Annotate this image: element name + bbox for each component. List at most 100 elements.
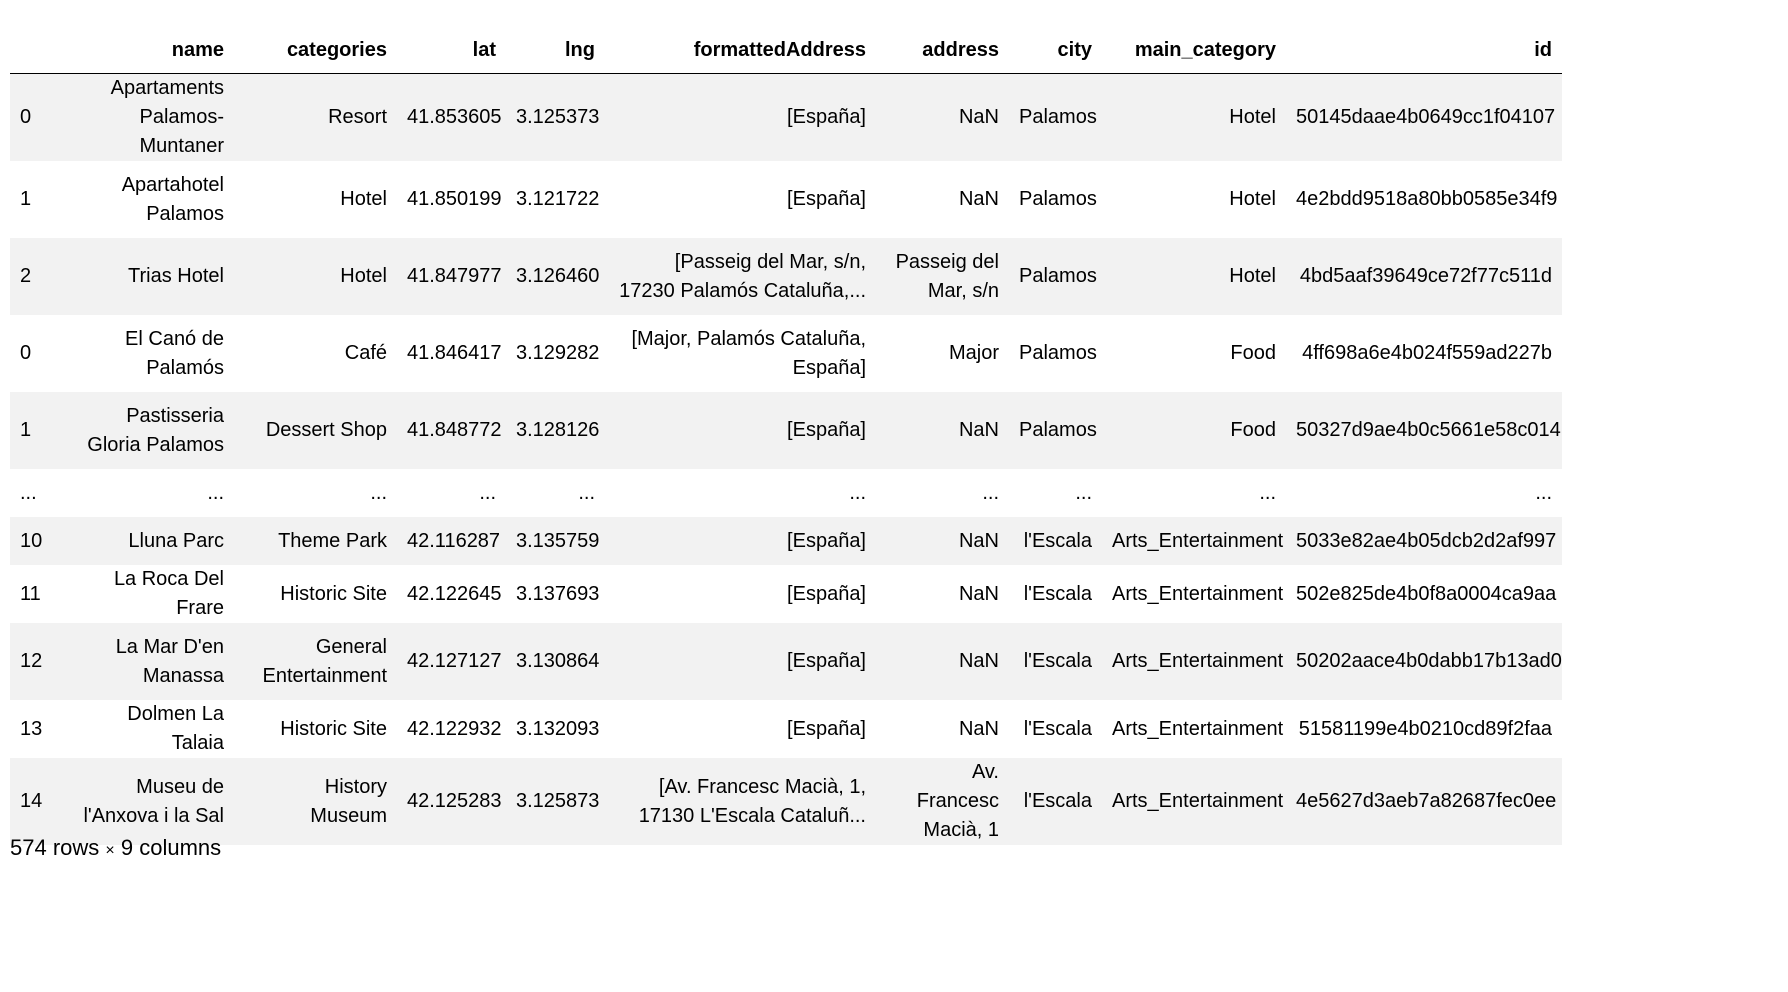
row-index: 10	[20, 529, 43, 552]
cell-name: Dolmen La Talaia	[127, 703, 224, 754]
cell-id: 502e825de4b0f8a0004ca9aa	[1296, 582, 1557, 605]
cell-address: Av. Francesc Macià, 1	[916, 761, 999, 841]
cell-categories: History Museum	[310, 775, 387, 827]
row-index: 11	[20, 582, 41, 605]
cell-formatted-address: [España]	[787, 419, 866, 441]
cell-city: Palamos	[1019, 419, 1097, 441]
cell-id: 4ff698a6e4b024f559ad227b	[1302, 342, 1552, 364]
cell-main-category: Arts_Entertainment	[1112, 717, 1284, 740]
cell-lat: ...	[479, 481, 496, 504]
cell-formatted-address: [España]	[787, 529, 866, 552]
cell-id: 4e5627d3aeb7a82687fec0ee	[1296, 790, 1557, 812]
cell-address: NaN	[958, 188, 999, 210]
cell-main-category: Arts_Entertainment	[1112, 582, 1284, 605]
cell-city: l'Escala	[1023, 529, 1092, 552]
row-index: 13	[20, 717, 43, 740]
times-sign: ×	[105, 842, 115, 859]
cell-id: 50327d9ae4b0c5661e58c014	[1296, 419, 1561, 441]
column-header-main-category: main_category	[1102, 36, 1286, 74]
cell-id: 4e2bdd9518a80bb0585e34f9	[1296, 188, 1558, 210]
cell-lat: 41.850199	[407, 188, 502, 210]
cell-address: NaN	[958, 106, 999, 128]
cell-lat: 42.125283	[407, 790, 502, 812]
cell-city: l'Escala	[1023, 717, 1092, 740]
cell-id: 51581199e4b0210cd89f2faa	[1298, 717, 1552, 740]
cell-main-category: ...	[1259, 481, 1276, 504]
cell-id: 50202aace4b0dabb17b13ad0	[1296, 650, 1562, 672]
table-row: 1 Apartahotel Palamos Hotel 41.850199 3.…	[10, 161, 1562, 238]
cell-formatted-address: [España]	[787, 582, 866, 605]
cell-city: l'Escala	[1023, 582, 1092, 605]
cell-name: Trias Hotel	[128, 265, 224, 287]
column-header-id: id	[1286, 36, 1562, 74]
cell-address: Major	[948, 342, 999, 364]
cell-formatted-address: [Major, Palamós Cataluña, España]	[631, 327, 866, 379]
cell-lng: 3.125373	[516, 106, 600, 128]
column-header-name: name	[62, 36, 234, 74]
cell-lat: 42.116287	[407, 529, 501, 552]
cell-address: NaN	[958, 717, 999, 740]
cell-formatted-address: [Av. Francesc Macià, 1, 17130 L'Escala C…	[638, 775, 866, 827]
cell-lng: 3.121722	[516, 188, 600, 210]
cell-formatted-address: [España]	[787, 650, 866, 672]
cell-categories: Hotel	[340, 265, 387, 287]
row-index: 0	[20, 106, 32, 128]
table-body: 0 Apartaments Palamos-Muntaner Resort 41…	[10, 73, 1562, 845]
cell-categories: Café	[344, 342, 387, 364]
cell-categories: Hotel	[340, 188, 387, 210]
cell-lng: 3.137693	[516, 582, 600, 605]
cell-id: ...	[1535, 481, 1552, 504]
column-header-formatted-address: formattedAddress	[605, 36, 876, 74]
cell-categories: Historic Site	[280, 717, 387, 740]
cell-categories: General Entertainment	[262, 635, 387, 687]
cell-name: Apartaments Palamos-Muntaner	[110, 77, 224, 157]
column-header-lng: lng	[506, 36, 605, 74]
cell-formatted-address: [Passeig del Mar, s/n, 17230 Palamós Cat…	[619, 250, 866, 302]
cell-city: Palamos	[1019, 188, 1097, 210]
cell-name: El Canó de Palamós	[125, 327, 224, 379]
cell-formatted-address: [España]	[787, 106, 866, 128]
cell-lng: 3.129282	[516, 342, 600, 364]
row-count: 574 rows	[10, 835, 100, 860]
table-row: 0 Apartaments Palamos-Muntaner Resort 41…	[10, 73, 1562, 161]
cell-main-category: Hotel	[1229, 106, 1276, 128]
dataframe-table: name categories lat lng formattedAddress…	[10, 36, 1562, 845]
cell-city: l'Escala	[1023, 650, 1092, 672]
cell-formatted-address: [España]	[787, 717, 866, 740]
dataframe-output: name categories lat lng formattedAddress…	[10, 36, 1562, 845]
table-row: 12 La Mar D'en Manassa General Entertain…	[10, 623, 1562, 700]
cell-main-category: Arts_Entertainment	[1112, 790, 1284, 812]
cell-lng: 3.125873	[516, 790, 600, 812]
cell-city: Palamos	[1019, 342, 1097, 364]
cell-categories: ...	[370, 481, 387, 504]
cell-main-category: Food	[1230, 342, 1276, 364]
dataframe-shape-summary: 574 rows × 9 columns	[10, 833, 221, 866]
cell-city: l'Escala	[1023, 790, 1092, 812]
cell-name: Apartahotel Palamos	[121, 173, 224, 225]
table-row: 11 La Roca Del Frare Historic Site 42.12…	[10, 565, 1562, 623]
table-row: 14 Museu de l'Anxova i la Sal History Mu…	[10, 758, 1562, 845]
cell-categories: Resort	[328, 106, 387, 128]
column-header-lat: lat	[397, 36, 506, 74]
cell-categories: Historic Site	[280, 582, 387, 605]
cell-address: NaN	[958, 529, 999, 552]
cell-main-category: Arts_Entertainment	[1112, 650, 1284, 672]
cell-address: Passeig del Mar, s/n	[895, 250, 999, 302]
column-count: 9 columns	[120, 835, 222, 860]
cell-formatted-address: ...	[849, 481, 866, 504]
cell-lat: 42.122932	[407, 717, 502, 740]
table-row: 2 Trias Hotel Hotel 41.847977 3.126460 […	[10, 238, 1562, 315]
cell-categories: Dessert Shop	[265, 419, 387, 441]
cell-lng: 3.128126	[516, 419, 600, 441]
cell-main-category: Arts_Entertainment	[1112, 529, 1284, 552]
table-row: 10 Lluna Parc Theme Park 42.116287 3.135…	[10, 517, 1562, 565]
cell-main-category: Hotel	[1229, 188, 1276, 210]
cell-lng: ...	[578, 481, 595, 504]
ellipsis-row: ... ... ... ... ... ... ... ... ... ...	[10, 469, 1562, 517]
cell-lat: 42.127127	[407, 650, 502, 672]
cell-city: Palamos	[1019, 106, 1097, 128]
cell-city: ...	[1075, 481, 1092, 504]
row-index: 1	[20, 419, 32, 441]
column-header-categories: categories	[234, 36, 397, 74]
row-index: 12	[20, 650, 43, 672]
